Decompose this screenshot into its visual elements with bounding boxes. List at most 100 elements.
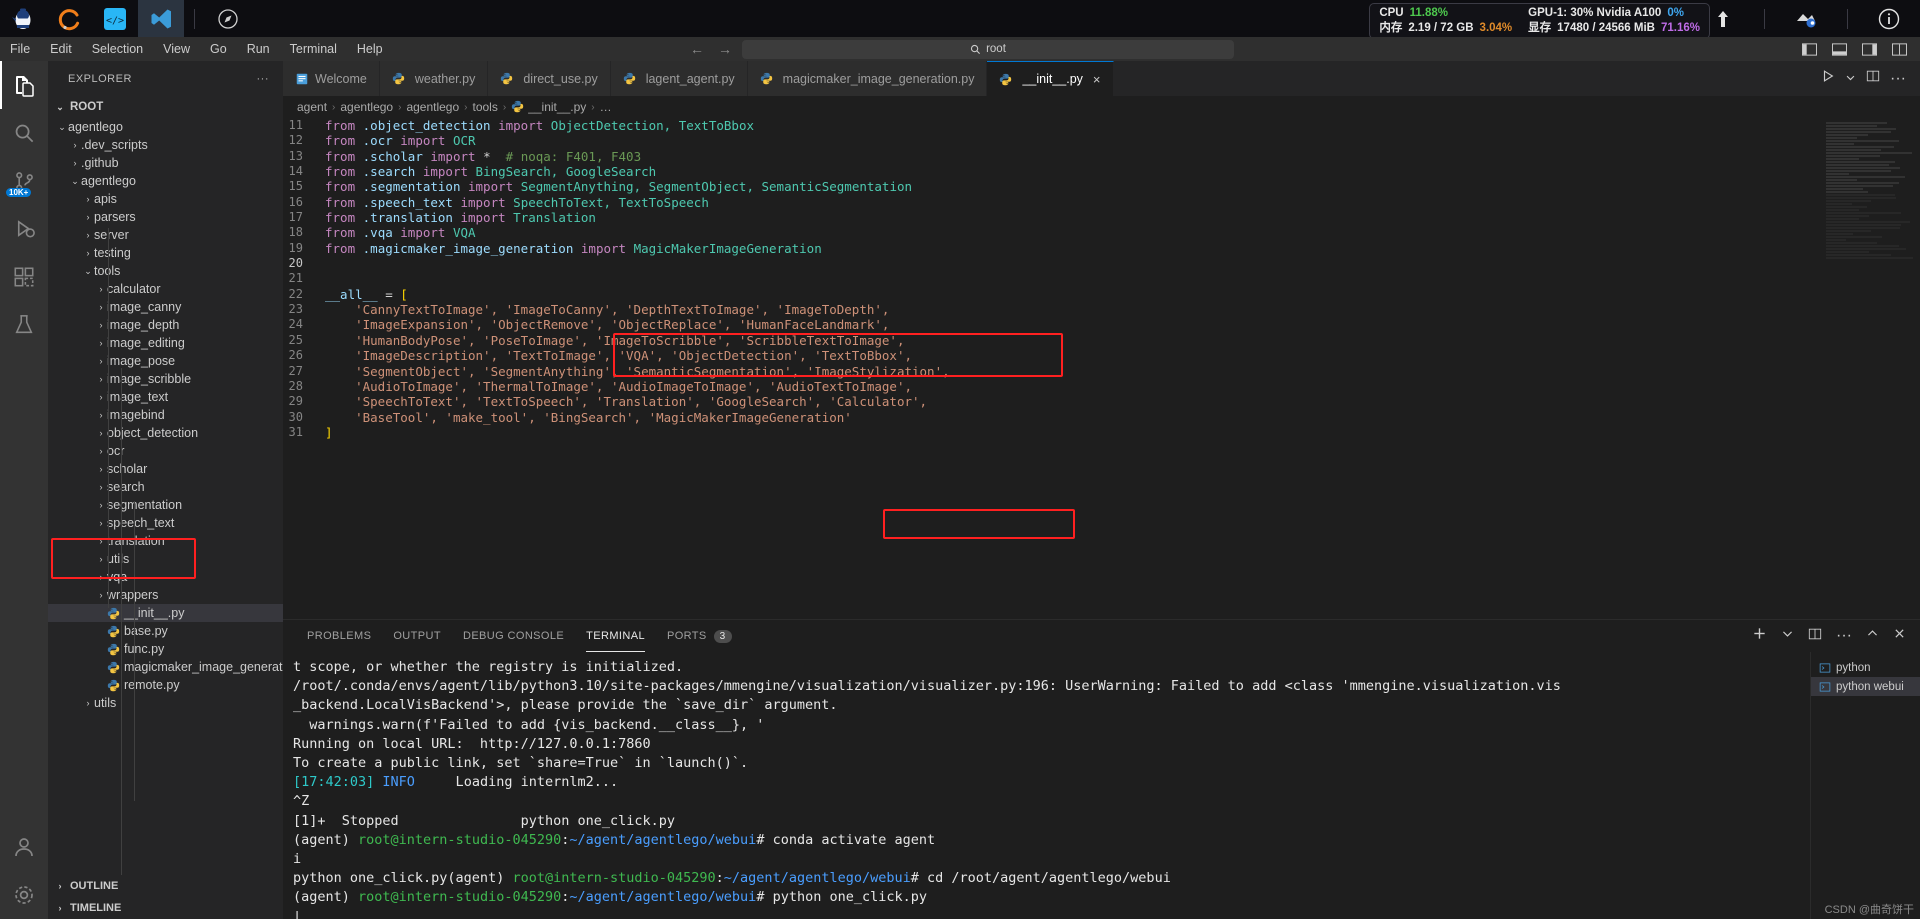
- tree-folder-.dev_scripts[interactable]: › .dev_scripts: [48, 136, 283, 154]
- code-line[interactable]: 16 from .speech_text import SpeechToText,…: [283, 195, 1920, 210]
- tree-folder-utils[interactable]: › utils: [48, 694, 283, 712]
- tree-folder-image_pose[interactable]: › image_pose: [48, 352, 283, 370]
- tree-folder-parsers[interactable]: › parsers: [48, 208, 283, 226]
- tab-terminal[interactable]: TERMINAL: [586, 620, 645, 652]
- quick-open-input[interactable]: root: [742, 40, 1234, 59]
- tree-folder-speech_text[interactable]: › speech_text: [48, 514, 283, 532]
- navigate-forward-button[interactable]: →: [714, 41, 736, 57]
- ellipsis-icon[interactable]: ···: [257, 73, 270, 85]
- add-terminal-icon[interactable]: [1752, 626, 1767, 646]
- tab-lagent_agent.py[interactable]: lagent_agent.py: [611, 61, 748, 96]
- tree-folder-object_detection[interactable]: › object_detection: [48, 424, 283, 442]
- tree-folder-scholar[interactable]: › scholar: [48, 460, 283, 478]
- account-icon[interactable]: [0, 823, 48, 871]
- code-line[interactable]: 20: [283, 256, 1920, 271]
- menu-file[interactable]: File: [0, 37, 40, 61]
- timeline-section[interactable]: › TIMELINE: [48, 897, 283, 919]
- tab-ports[interactable]: PORTS 3: [667, 620, 732, 652]
- tree-file-magicmaker_image_generation.py[interactable]: magicmaker_image_generation.py: [48, 658, 283, 676]
- tree-folder-image_canny[interactable]: › image_canny: [48, 298, 283, 316]
- tree-file-base.py[interactable]: base.py: [48, 622, 283, 640]
- penguin-logo-icon[interactable]: [0, 0, 46, 37]
- close-icon[interactable]: ×: [1093, 72, 1101, 87]
- chevron-down-icon[interactable]: [1781, 627, 1794, 645]
- code-line[interactable]: 31]: [283, 425, 1920, 440]
- close-icon[interactable]: [1893, 627, 1906, 645]
- network-upload-icon[interactable]: [1692, 0, 1754, 37]
- code-line[interactable]: 21: [283, 271, 1920, 286]
- breadcrumb-item[interactable]: agentlego: [340, 100, 393, 114]
- code-line[interactable]: 12 from .ocr import OCR: [283, 133, 1920, 148]
- info-icon[interactable]: [1858, 0, 1920, 37]
- tree-file-func.py[interactable]: func.py: [48, 640, 283, 658]
- editor-tabs[interactable]: Welcome weather.py direct_use.py lagent_age…: [283, 61, 1920, 96]
- chevron-down-icon[interactable]: [1845, 70, 1856, 88]
- tree-folder-agentlego[interactable]: ⌄ agentlego: [48, 172, 283, 190]
- code-line[interactable]: 23 'CannyTextToImage', 'ImageToCanny', '…: [283, 302, 1920, 317]
- tab-Welcome[interactable]: Welcome: [283, 61, 380, 96]
- vscode-logo-icon[interactable]: [138, 0, 184, 37]
- screen-share-icon[interactable]: [1775, 0, 1837, 37]
- sidebar-item-search[interactable]: [0, 109, 48, 157]
- gear-icon[interactable]: [0, 871, 48, 919]
- tab-output[interactable]: OUTPUT: [393, 620, 441, 652]
- tree-folder-server[interactable]: › server: [48, 226, 283, 244]
- breadcrumb[interactable]: agent › agentlego › agentlego › tools › __init__…: [283, 96, 1920, 118]
- file-tree[interactable]: ⌄ agentlego › .dev_scripts › .github ⌄ agentleg…: [48, 118, 283, 875]
- code-line[interactable]: 30 'BaseTool', 'make_tool', 'BingSearch'…: [283, 410, 1920, 425]
- tree-file-__init__.py[interactable]: __init__.py: [48, 604, 283, 622]
- split-terminal-icon[interactable]: [1808, 627, 1822, 646]
- code-brackets-icon[interactable]: </>: [92, 0, 138, 37]
- breadcrumb-item[interactable]: __init__.py: [511, 100, 586, 114]
- code-editor[interactable]: 11 from .object_detection import ObjectDe…: [283, 118, 1920, 619]
- tree-folder-image_editing[interactable]: › image_editing: [48, 334, 283, 352]
- tab-weather.py[interactable]: weather.py: [380, 61, 488, 96]
- tree-folder-agentlego[interactable]: ⌄ agentlego: [48, 118, 283, 136]
- sidebar-item-source-control[interactable]: 10K+: [0, 157, 48, 205]
- root-folder-row[interactable]: ⌄ ROOT: [48, 96, 283, 118]
- terminal-list-item[interactable]: python: [1811, 658, 1920, 677]
- navigate-back-button[interactable]: ←: [686, 41, 708, 57]
- outline-section[interactable]: › OUTLINE: [48, 875, 283, 897]
- menu-help[interactable]: Help: [347, 37, 393, 61]
- tree-file-remote.py[interactable]: remote.py: [48, 676, 283, 694]
- code-line[interactable]: 29 'SpeechToText', 'TextToSpeech', 'Tran…: [283, 394, 1920, 409]
- compass-icon[interactable]: [205, 0, 251, 37]
- menu-run[interactable]: Run: [237, 37, 280, 61]
- code-line[interactable]: 18 from .vqa import VQA: [283, 225, 1920, 240]
- code-line[interactable]: 28 'AudioToImage', 'ThermalToImage', 'Au…: [283, 379, 1920, 394]
- tree-folder-vqa[interactable]: › vqa: [48, 568, 283, 586]
- sidebar-item-testing[interactable]: [0, 301, 48, 349]
- breadcrumb-item[interactable]: agentlego: [406, 100, 459, 114]
- code-line[interactable]: 19 from .magicmaker_image_generation impo…: [283, 241, 1920, 256]
- ellipsis-icon[interactable]: ···: [1836, 627, 1852, 645]
- breadcrumb-item[interactable]: agent: [297, 100, 327, 114]
- code-line[interactable]: 24 'ImageExpansion', 'ObjectRemove', 'Ob…: [283, 317, 1920, 332]
- menu-go[interactable]: Go: [200, 37, 237, 61]
- tab-__init__.py[interactable]: __init__.py ×: [987, 61, 1113, 96]
- tree-folder-image_scribble[interactable]: › image_scribble: [48, 370, 283, 388]
- menu-edit[interactable]: Edit: [40, 37, 82, 61]
- tree-folder-tools[interactable]: ⌄tools: [48, 262, 283, 280]
- conda-logo-icon[interactable]: [46, 0, 92, 37]
- tab-problems[interactable]: PROBLEMS: [307, 620, 371, 652]
- menu-terminal[interactable]: Terminal: [280, 37, 347, 61]
- breadcrumb-item[interactable]: tools: [473, 100, 498, 114]
- sidebar-item-explorer[interactable]: [0, 61, 48, 109]
- code-line[interactable]: 11 from .object_detection import ObjectDe…: [283, 118, 1920, 133]
- breadcrumb-item[interactable]: …: [600, 100, 612, 114]
- chevron-up-icon[interactable]: [1866, 627, 1879, 645]
- code-line[interactable]: 27 'SegmentObject', 'SegmentAnything', '…: [283, 364, 1920, 379]
- tab-debug-console[interactable]: DEBUG CONSOLE: [463, 620, 564, 652]
- tree-folder-testing[interactable]: › testing: [48, 244, 283, 262]
- code-line[interactable]: 14 from .search import BingSearch, Google…: [283, 164, 1920, 179]
- tree-folder-wrappers[interactable]: › wrappers: [48, 586, 283, 604]
- tree-folder-.github[interactable]: › .github: [48, 154, 283, 172]
- sidebar-item-run-debug[interactable]: [0, 205, 48, 253]
- layout-icon[interactable]: [1886, 39, 1912, 59]
- tree-folder-ocr[interactable]: › ocr: [48, 442, 283, 460]
- tab-magicmaker_image_generation.py[interactable]: magicmaker_image_generation.py: [748, 61, 988, 96]
- menu-selection[interactable]: Selection: [82, 37, 153, 61]
- tree-folder-search[interactable]: › search: [48, 478, 283, 496]
- tree-folder-imagebind[interactable]: › imagebind: [48, 406, 283, 424]
